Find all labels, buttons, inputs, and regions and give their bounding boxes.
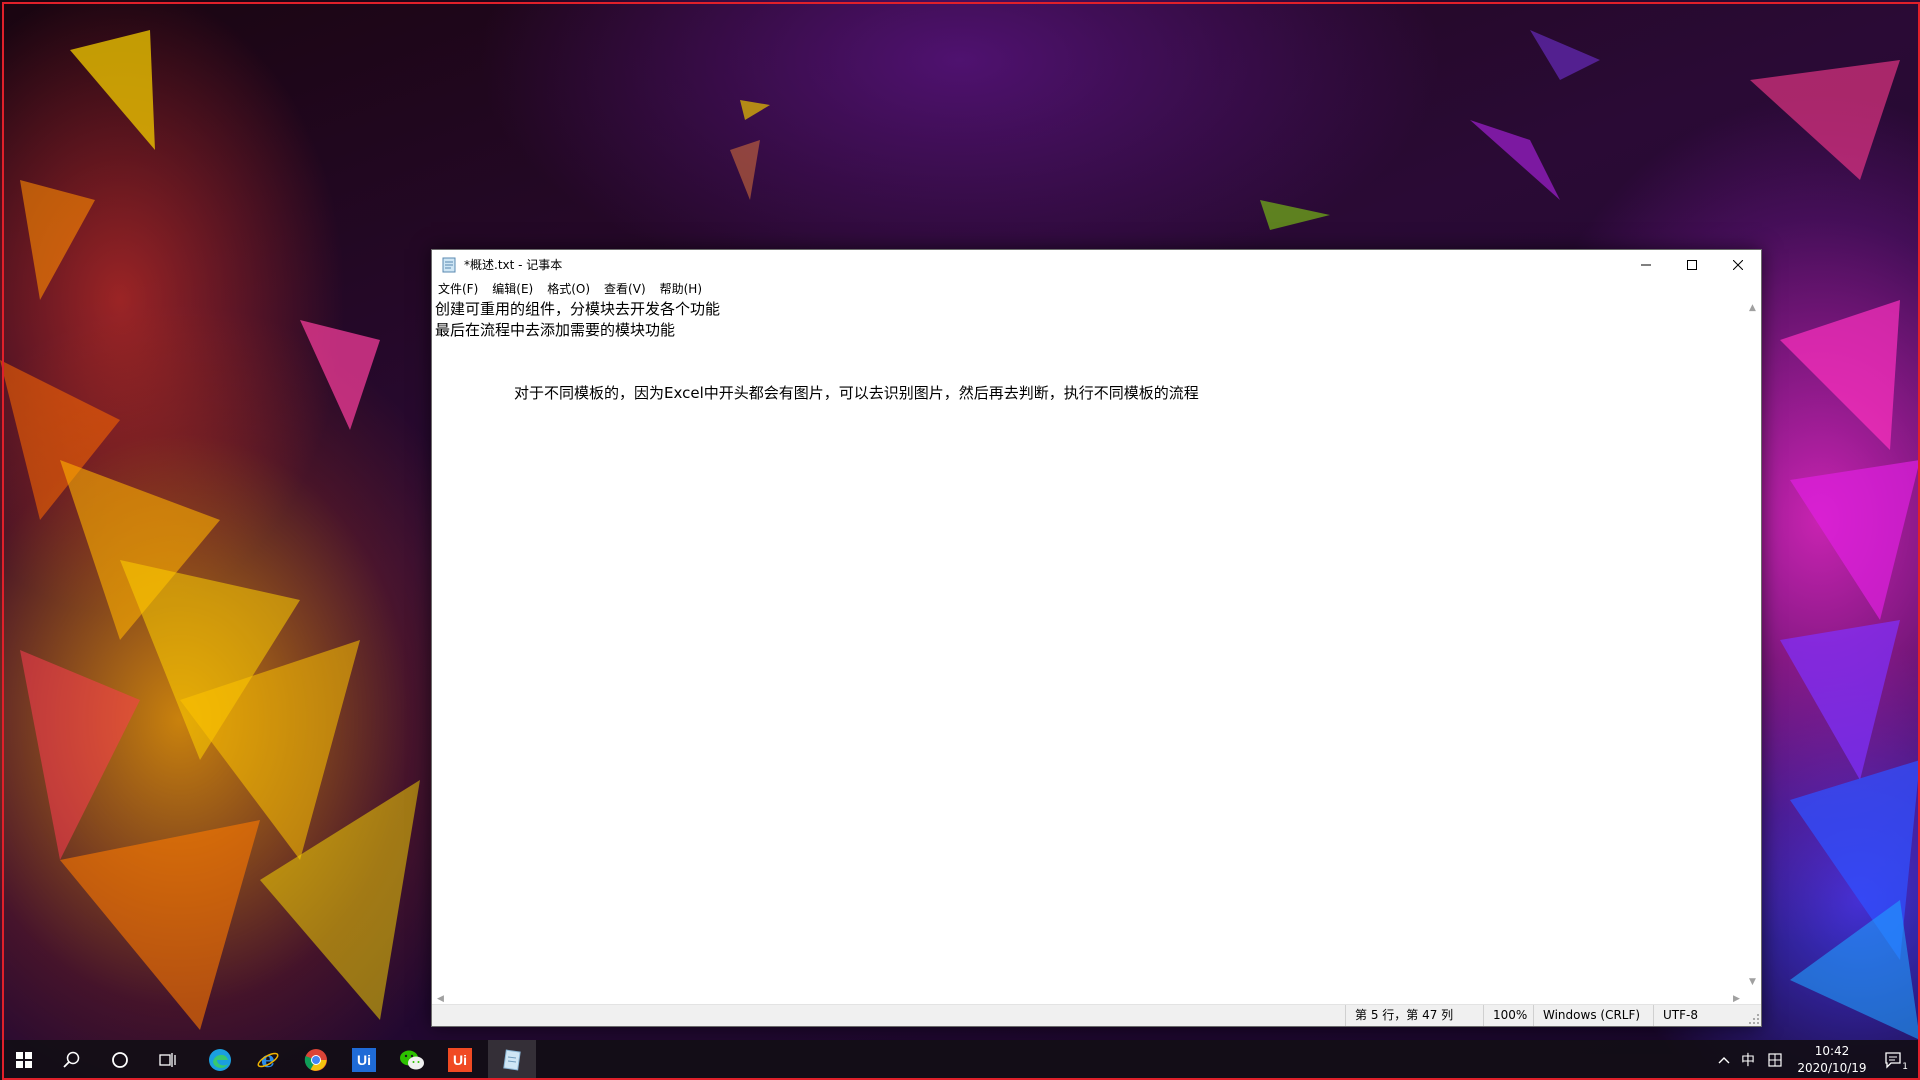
text-editor[interactable]: 创建可重用的组件，分模块去开发各个功能 最后在流程中去添加需要的模块功能 对于不…	[432, 299, 1745, 990]
taskbar-notepad[interactable]	[488, 1040, 536, 1080]
notepad-window: *概述.txt - 记事本 文件(F) 编辑(E) 格式(O) 查看(V) 帮助…	[431, 249, 1762, 1027]
title-bar[interactable]: *概述.txt - 记事本	[432, 250, 1761, 280]
close-button[interactable]	[1715, 250, 1761, 280]
window-title: *概述.txt - 记事本	[464, 258, 563, 272]
taskbar-uipath-robot[interactable]: Ui	[436, 1040, 484, 1080]
status-bar: 第 5 行，第 47 列 100% Windows (CRLF) UTF-8	[432, 1004, 1761, 1026]
internet-explorer-icon: e	[257, 1048, 279, 1072]
close-icon	[1733, 260, 1743, 270]
maximize-button[interactable]	[1669, 250, 1715, 280]
windows-logo-icon	[16, 1052, 32, 1068]
taskbar-wechat[interactable]	[388, 1040, 436, 1080]
taskbar-internet-explorer[interactable]: e	[244, 1040, 292, 1080]
notepad-icon	[442, 257, 456, 273]
wechat-icon	[400, 1050, 424, 1070]
menu-help[interactable]: 帮助(H)	[653, 280, 709, 299]
text-line: 创建可重用的组件，分模块去开发各个功能	[435, 300, 721, 318]
clock-time: 10:42	[1814, 1044, 1850, 1058]
search-button[interactable]	[48, 1040, 96, 1080]
notepad-icon	[503, 1049, 521, 1071]
cursor-position: 第 5 行，第 47 列	[1345, 1005, 1483, 1026]
uipath-orange-icon: Ui	[448, 1048, 472, 1072]
uipath-label: Ui	[453, 1052, 467, 1068]
task-view-button[interactable]	[144, 1040, 192, 1080]
resize-grip-icon[interactable]	[1749, 1014, 1759, 1024]
maximize-icon	[1687, 260, 1697, 270]
notification-count: 1	[1902, 1062, 1908, 1072]
chevron-up-icon	[1718, 1057, 1730, 1064]
text-line: 最后在流程中去添加需要的模块功能	[435, 321, 676, 339]
action-center-button[interactable]: 1	[1874, 1040, 1914, 1080]
notification-icon	[1885, 1052, 1901, 1069]
line-ending: Windows (CRLF)	[1533, 1005, 1653, 1026]
menu-file[interactable]: 文件(F)	[432, 280, 485, 299]
taskbar-uipath-studio[interactable]: Ui	[340, 1040, 388, 1080]
scroll-down-icon[interactable]: ▼	[1744, 973, 1761, 990]
start-button[interactable]	[0, 1040, 48, 1080]
menu-edit[interactable]: 编辑(E)	[485, 280, 540, 299]
ime-mode-icon	[1768, 1053, 1782, 1067]
menu-view[interactable]: 查看(V)	[597, 280, 653, 299]
menu-bar: 文件(F) 编辑(E) 格式(O) 查看(V) 帮助(H)	[432, 280, 1761, 299]
menu-format[interactable]: 格式(O)	[540, 280, 597, 299]
uipath-blue-icon: Ui	[352, 1048, 376, 1072]
taskbar-chrome[interactable]	[292, 1040, 340, 1080]
show-hidden-icons[interactable]	[1712, 1040, 1736, 1080]
edge-icon	[209, 1049, 231, 1071]
circle-icon	[112, 1052, 128, 1068]
text-line: 对于不同模板的，因为Excel中开头都会有图片，可以去识别图片，然后再去判断，执…	[514, 384, 1199, 402]
svg-text:e: e	[261, 1048, 275, 1072]
zoom-level: 100%	[1483, 1005, 1533, 1026]
ime-mode-button[interactable]	[1762, 1040, 1788, 1080]
clock[interactable]: 10:42 2020/10/19	[1790, 1040, 1874, 1080]
search-icon	[63, 1051, 80, 1068]
ime-language[interactable]: 中	[1736, 1040, 1760, 1080]
minimize-icon	[1641, 264, 1651, 266]
taskbar-edge[interactable]	[196, 1040, 244, 1080]
uipath-label: Ui	[357, 1052, 371, 1068]
clock-date: 2020/10/19	[1797, 1061, 1867, 1075]
minimize-button[interactable]	[1623, 250, 1669, 280]
taskbar: e Ui Ui 中 10:42 2020/10/19 1	[0, 1040, 1920, 1080]
encoding: UTF-8	[1653, 1005, 1763, 1026]
cortana-button[interactable]	[96, 1040, 144, 1080]
task-view-icon	[159, 1053, 176, 1067]
chrome-icon	[304, 1049, 327, 1071]
scroll-up-icon[interactable]: ▲	[1744, 299, 1761, 316]
vertical-scrollbar[interactable]: ▲ ▼	[1744, 299, 1761, 990]
